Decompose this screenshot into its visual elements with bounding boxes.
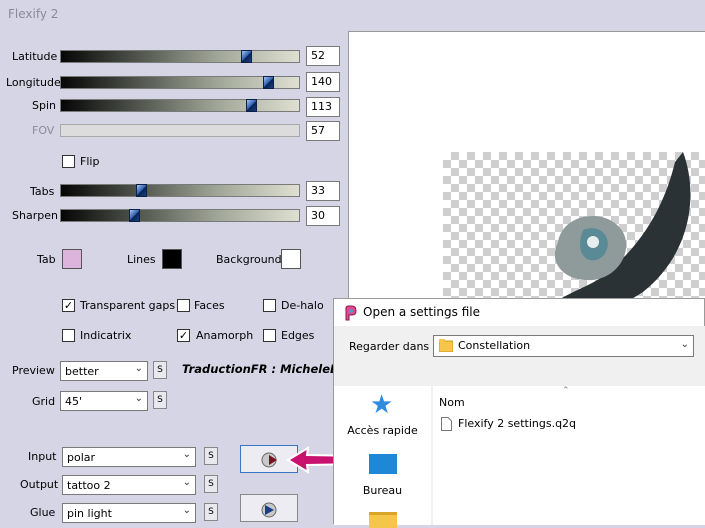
tab-color-label: Tab: [37, 253, 56, 266]
grid-select[interactable]: 45' ⌄: [60, 391, 148, 411]
look-in-label: Regarder dans :: [349, 340, 437, 353]
preview-select[interactable]: better ⌄: [60, 361, 148, 381]
background-color-label: Background: [216, 253, 282, 266]
transparent-gaps-checkbox[interactable]: ✓: [62, 299, 75, 312]
place-item-quick-access[interactable]: ★ Accès rapide: [334, 386, 431, 446]
input-select-value: polar: [67, 451, 96, 464]
tabs-value[interactable]: 33: [306, 181, 340, 201]
flip-checkbox[interactable]: [62, 155, 75, 168]
input-s-button[interactable]: S: [204, 447, 218, 465]
faces-checkbox[interactable]: [177, 299, 190, 312]
output-select[interactable]: tattoo 2 ⌄: [62, 475, 196, 495]
lines-color-label: Lines: [127, 253, 156, 266]
de-halo-checkbox[interactable]: [263, 299, 276, 312]
place-item-desktop[interactable]: Bureau: [334, 446, 431, 506]
spiral-artwork: [543, 152, 691, 312]
indicatrix-checkbox[interactable]: [62, 329, 75, 342]
sharpen-thumb[interactable]: [129, 209, 140, 222]
output-select-value: tattoo 2: [67, 479, 111, 492]
preview-s-button[interactable]: S: [153, 361, 167, 379]
edges-label: Edges: [281, 329, 315, 342]
longitude-slider[interactable]: [60, 76, 300, 89]
indicatrix-label: Indicatrix: [80, 329, 132, 342]
transparent-gaps-label: Transparent gaps: [80, 299, 176, 312]
sharpen-slider[interactable]: [60, 209, 300, 222]
fov-label: FOV: [32, 124, 55, 137]
glue-s-button[interactable]: S: [204, 503, 218, 521]
chevron-down-icon: ⌄: [182, 477, 191, 488]
place-label: Accès rapide: [347, 424, 418, 437]
latitude-slider[interactable]: [60, 50, 300, 63]
places-bar: ★ Accès rapide Bureau: [334, 386, 431, 528]
chevron-down-icon: ⌄: [182, 505, 191, 516]
faces-label: Faces: [194, 299, 225, 312]
glue-label: Glue: [30, 506, 56, 519]
file-name: Flexify 2 settings.q2q: [458, 417, 577, 430]
preview-select-value: better: [65, 365, 99, 378]
open-settings-dialog[interactable]: Open a settings file Regarder dans : Con…: [333, 298, 705, 528]
folder-icon: [439, 339, 453, 352]
fov-value: 57: [306, 121, 340, 141]
output-label: Output: [20, 478, 59, 491]
de-halo-label: De-halo: [281, 299, 324, 312]
grid-s-button[interactable]: S: [153, 391, 167, 409]
dialog-title: Open a settings file: [363, 305, 480, 319]
look-in-select[interactable]: Constellation ⌄: [433, 335, 694, 357]
window-title: Flexify 2: [8, 7, 59, 21]
desktop-icon: [369, 454, 397, 474]
file-icon: [441, 417, 452, 431]
spin-slider[interactable]: [60, 99, 300, 112]
latitude-value[interactable]: 52: [306, 46, 340, 66]
anamorph-label: Anamorph: [196, 329, 254, 342]
save-settings-icon: [261, 502, 277, 518]
tabs-label: Tabs: [30, 185, 55, 198]
edges-checkbox[interactable]: [263, 329, 276, 342]
file-list[interactable]: ⌃ Nom Flexify 2 settings.q2q: [433, 386, 705, 525]
glue-select[interactable]: pin light ⌄: [62, 503, 196, 523]
chevron-down-icon: ⌄: [182, 449, 191, 460]
lines-color-swatch[interactable]: [162, 249, 182, 269]
place-label: Bureau: [362, 484, 403, 497]
anamorph-checkbox[interactable]: ✓: [177, 329, 190, 342]
chevron-down-icon: ⌄: [134, 393, 143, 404]
save-settings-button[interactable]: [240, 494, 298, 522]
background-color-swatch[interactable]: [281, 249, 301, 269]
glue-select-value: pin light: [67, 507, 112, 520]
star-icon: ★: [370, 390, 394, 420]
longitude-label: Longitude: [6, 76, 61, 89]
chevron-down-icon: ⌄: [680, 339, 689, 350]
spin-thumb[interactable]: [246, 99, 257, 112]
tabs-thumb[interactable]: [136, 184, 147, 197]
grid-label: Grid: [32, 395, 56, 408]
input-label: Input: [28, 450, 57, 463]
latitude-label: Latitude: [12, 50, 58, 63]
file-item[interactable]: Flexify 2 settings.q2q: [441, 416, 691, 433]
flip-label: Flip: [80, 155, 100, 168]
longitude-value[interactable]: 140: [306, 72, 340, 92]
spin-label: Spin: [32, 99, 56, 112]
tab-color-swatch[interactable]: [62, 249, 82, 269]
libraries-icon: [369, 512, 397, 528]
input-select[interactable]: polar ⌄: [62, 447, 196, 467]
tabs-slider[interactable]: [60, 184, 300, 197]
column-header-name[interactable]: Nom: [439, 396, 465, 409]
latitude-thumb[interactable]: [241, 50, 252, 63]
chevron-up-icon: ⌃: [562, 386, 570, 396]
app-icon: [345, 305, 357, 321]
sharpen-label: Sharpen: [12, 209, 58, 222]
longitude-thumb[interactable]: [263, 76, 274, 89]
chevron-down-icon: ⌄: [134, 363, 143, 374]
fov-slider: [60, 124, 300, 137]
dialog-body: Regarder dans : Constellation ⌄ ★ Accès …: [334, 326, 705, 528]
sharpen-value[interactable]: 30: [306, 206, 340, 226]
look-in-value: Constellation: [458, 339, 531, 352]
grid-select-value: 45': [65, 395, 83, 408]
spin-value[interactable]: 113: [306, 97, 340, 117]
place-item-libraries[interactable]: [334, 506, 431, 528]
preview-label: Preview: [12, 364, 55, 377]
output-s-button[interactable]: S: [204, 475, 218, 493]
